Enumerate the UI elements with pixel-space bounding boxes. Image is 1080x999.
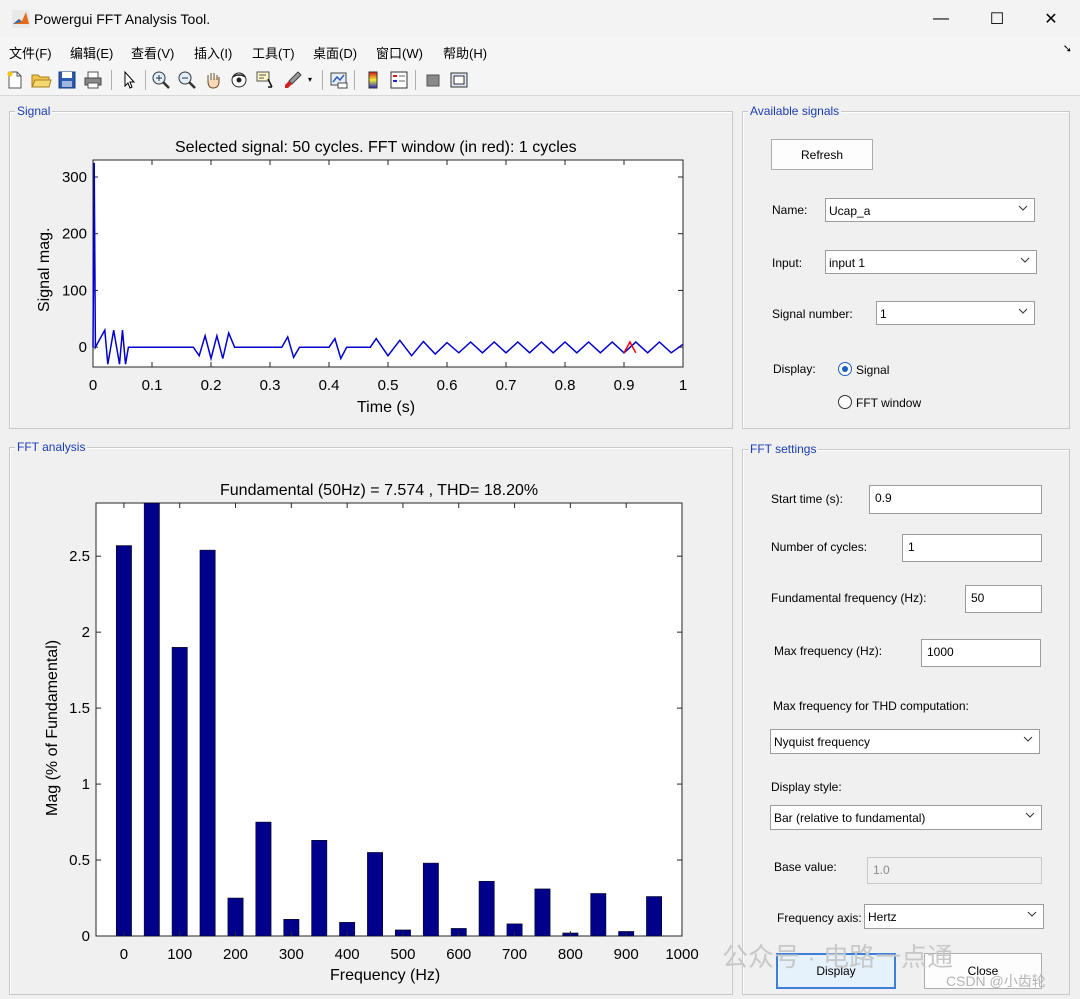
start-time-label: Start time (s): — [771, 492, 844, 506]
thd-label: Max frequency for THD computation: — [773, 699, 969, 713]
refresh-button[interactable]: Refresh — [771, 139, 873, 170]
y-tick-label: 1 — [82, 776, 90, 793]
display-signal-option[interactable]: Signal — [856, 363, 889, 377]
y-tick-label: 0 — [82, 928, 90, 945]
display-fft-window-option[interactable]: FFT window — [856, 396, 921, 410]
base-value-field: 1.0 — [867, 857, 1042, 884]
watermark-csdn: CSDN @小齿轮 — [946, 973, 1046, 989]
fft-bar — [422, 862, 439, 937]
x-tick-label: 500 — [390, 946, 415, 963]
fft-bar — [590, 893, 607, 937]
fft-bar — [115, 545, 132, 937]
signal-number-select[interactable]: 1 — [876, 301, 1035, 325]
input-value: input 1 — [829, 256, 866, 270]
display-style-value: Bar (relative to fundamental) — [774, 811, 926, 825]
fft-bar — [478, 881, 495, 937]
chevron-down-icon — [1018, 308, 1028, 314]
x-tick-label: 1000 — [665, 946, 698, 963]
chevron-down-icon — [1018, 205, 1028, 211]
frequency-axis-value: Hertz — [868, 910, 897, 924]
thd-value: Nyquist frequency — [774, 735, 871, 749]
x-tick-label: 900 — [614, 946, 639, 963]
x-tick-label: 300 — [279, 946, 304, 963]
input-select[interactable]: input 1 — [825, 250, 1037, 274]
x-tick-label: 700 — [502, 946, 527, 963]
fft-bar — [646, 896, 663, 937]
chevron-down-icon — [1025, 812, 1035, 818]
available-signals-title: Available signals — [748, 104, 842, 118]
y-tick-label: 2.5 — [69, 548, 90, 565]
chevron-down-icon — [1027, 911, 1037, 917]
chevron-down-icon — [1023, 736, 1033, 742]
frequency-axis-label: Frequency axis: — [777, 911, 862, 925]
display-style-select[interactable]: Bar (relative to fundamental) — [770, 805, 1042, 830]
x-tick-label: 800 — [558, 946, 583, 963]
watermark-text: 公众号 · 电路一点通 — [722, 942, 954, 972]
fft-bar — [171, 647, 188, 937]
max-freq-label: Max frequency (Hz): — [774, 644, 883, 658]
fft-bar — [534, 888, 551, 937]
x-tick-label: 400 — [335, 946, 360, 963]
fft-bar — [311, 840, 328, 937]
input-label: Input: — [772, 256, 803, 270]
x-tick-label: 100 — [167, 946, 192, 963]
cycles-field[interactable]: 1 — [902, 534, 1042, 562]
chevron-down-icon — [1020, 257, 1030, 263]
x-tick-label: 0 — [120, 946, 128, 963]
thd-select[interactable]: Nyquist frequency — [770, 729, 1040, 754]
display-fft-window-radio[interactable] — [838, 395, 852, 409]
signal-name-select[interactable]: Ucap_a — [825, 198, 1035, 222]
fft-bar — [367, 852, 383, 937]
base-value-label: Base value: — [774, 860, 837, 874]
fft-bar — [143, 502, 160, 937]
fund-freq-field[interactable]: 50 — [965, 585, 1042, 613]
display-signal-radio[interactable] — [838, 362, 852, 376]
fft-settings-title: FFT settings — [748, 442, 819, 456]
max-freq-field[interactable]: 1000 — [921, 639, 1041, 667]
fft-bar — [199, 549, 216, 937]
signal-number-label: Signal number: — [772, 307, 853, 321]
frequency-axis-select[interactable]: Hertz — [864, 904, 1044, 929]
y-tick-label: 2 — [82, 624, 90, 641]
y-tick-label: 1.5 — [69, 700, 90, 717]
x-tick-label: 200 — [223, 946, 248, 963]
y-tick-label: 0.5 — [69, 852, 90, 869]
x-tick-label: 600 — [446, 946, 471, 963]
fft-bar — [255, 821, 272, 937]
fund-freq-label: Fundamental frequency (Hz): — [771, 591, 927, 605]
start-time-field[interactable]: 0.9 — [869, 485, 1042, 514]
signal-name-value: Ucap_a — [829, 204, 871, 218]
signal-number-value: 1 — [880, 307, 887, 321]
cycles-label: Number of cycles: — [771, 540, 868, 554]
display-label: Display: — [773, 362, 816, 376]
name-label: Name: — [772, 203, 808, 217]
fft-bar — [227, 897, 244, 937]
display-style-label: Display style: — [771, 780, 842, 794]
